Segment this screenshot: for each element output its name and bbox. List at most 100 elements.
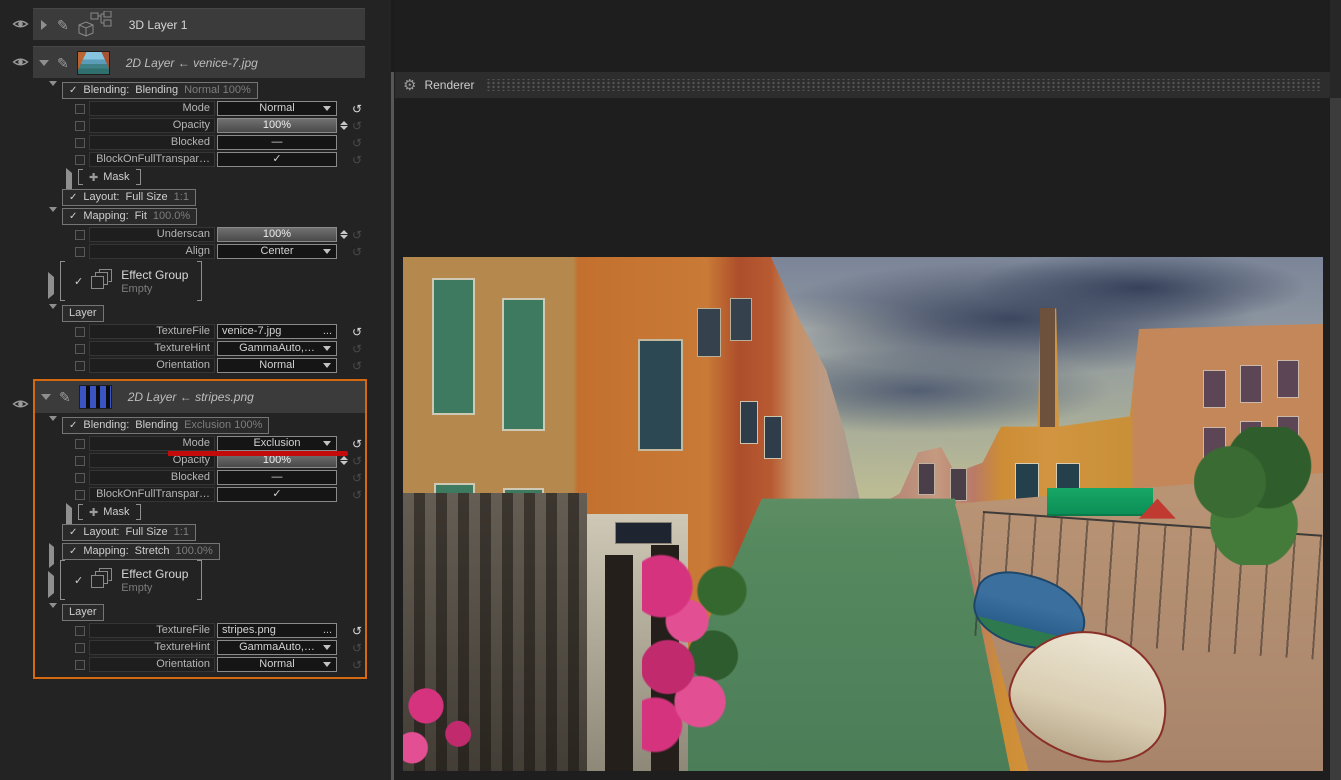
reset-icon[interactable]: ↺ xyxy=(352,103,362,115)
property-checkbox[interactable] xyxy=(75,121,85,131)
section-header-box[interactable]: ✓Layout:Full Size1:1 xyxy=(62,524,196,541)
checkmark-icon: ✓ xyxy=(69,525,77,540)
value-spinner[interactable] xyxy=(340,121,348,130)
property-value-opacity[interactable]: 100% xyxy=(217,118,337,133)
property-checkbox[interactable] xyxy=(75,439,85,449)
expander-icon[interactable] xyxy=(48,277,54,295)
reset-icon[interactable]: ↺ xyxy=(352,229,362,241)
mask-row[interactable]: ✚Mask xyxy=(78,169,391,185)
expander-icon[interactable] xyxy=(49,421,57,439)
section-header-box[interactable]: Layer xyxy=(62,604,104,621)
property-checkbox[interactable] xyxy=(75,327,85,337)
property-checkbox[interactable] xyxy=(75,473,85,483)
expander-icon[interactable] xyxy=(49,608,57,626)
reset-icon[interactable]: ↺ xyxy=(352,659,362,671)
expander-icon[interactable] xyxy=(48,576,54,594)
effect-group-block[interactable]: ✓Effect GroupEmpty xyxy=(60,560,365,600)
property-checkbox[interactable] xyxy=(75,456,85,466)
section-header-box[interactable]: ✓Layout:Full Size1:1 xyxy=(62,189,196,206)
property-checkbox[interactable] xyxy=(75,247,85,257)
section-header-box[interactable]: ✓Blending:BlendingExclusion 100% xyxy=(62,417,269,434)
section-summary: 1:1 xyxy=(174,525,189,540)
property-value-texturehint[interactable]: GammaAuto,… xyxy=(217,640,337,655)
property-checkbox[interactable] xyxy=(75,138,85,148)
spinner-down-icon[interactable] xyxy=(340,461,348,465)
spinner-down-icon[interactable] xyxy=(340,235,348,239)
property-checkbox[interactable] xyxy=(75,361,85,371)
gear-icon: ⚙ xyxy=(403,78,416,93)
section-header-stretch: ✓Mapping:Stretch100.0% xyxy=(62,543,365,558)
edit-pencil-icon[interactable]: ✎ xyxy=(57,18,69,32)
layer-title: 3D Layer 1 xyxy=(129,18,188,32)
property-value-underscan[interactable]: 100% xyxy=(217,227,337,242)
layer-row-stripes[interactable]: ✎ 2D Layer ← stripes.png xyxy=(35,381,365,413)
value-text: GammaAuto,… xyxy=(239,342,315,354)
property-value-texturehint[interactable]: GammaAuto,… xyxy=(217,341,337,356)
spinner-up-icon[interactable] xyxy=(340,230,348,234)
property-value-orientation[interactable]: Normal xyxy=(217,358,337,373)
mask-row[interactable]: ✚Mask xyxy=(78,504,365,520)
visibility-eye-icon[interactable] xyxy=(12,18,29,30)
property-checkbox[interactable] xyxy=(75,643,85,653)
browse-button[interactable]: ... xyxy=(323,624,332,637)
browse-button[interactable]: ... xyxy=(323,325,332,338)
reset-icon[interactable]: ↺ xyxy=(352,326,362,338)
reset-icon[interactable]: ↺ xyxy=(352,137,362,149)
section-header-box[interactable]: ✓Mapping:Stretch100.0% xyxy=(62,543,220,560)
expander-icon[interactable] xyxy=(39,60,49,66)
reset-icon[interactable]: ↺ xyxy=(352,642,362,654)
layer-row-venice[interactable]: ✎ 2D Layer ← venice-7.jpg xyxy=(33,46,365,78)
property-value-align[interactable]: Center xyxy=(217,244,337,259)
property-value-texturefile[interactable]: stripes.png... xyxy=(217,623,337,638)
value-spinner[interactable] xyxy=(340,456,348,465)
renderer-header[interactable]: ⚙ Renderer xyxy=(395,72,1330,98)
expander-icon[interactable] xyxy=(49,212,57,230)
edit-pencil-icon[interactable]: ✎ xyxy=(57,56,69,70)
spinner-up-icon[interactable] xyxy=(340,121,348,125)
visibility-eye-icon[interactable] xyxy=(12,56,29,68)
property-value-blockonfulltranspar[interactable]: ✓ xyxy=(217,152,337,167)
property-checkbox[interactable] xyxy=(75,230,85,240)
reset-icon[interactable]: ↺ xyxy=(352,489,362,501)
edit-pencil-icon[interactable]: ✎ xyxy=(59,390,71,404)
reset-icon[interactable]: ↺ xyxy=(352,472,362,484)
expander-icon[interactable] xyxy=(49,86,57,104)
reset-icon[interactable]: ↺ xyxy=(352,438,362,450)
property-checkbox[interactable] xyxy=(75,490,85,500)
property-checkbox[interactable] xyxy=(75,626,85,636)
effect-group-block[interactable]: ✓Effect GroupEmpty xyxy=(60,261,391,301)
reset-icon[interactable]: ↺ xyxy=(352,343,362,355)
expander-icon[interactable] xyxy=(39,20,49,30)
reset-icon[interactable]: ↺ xyxy=(352,360,362,372)
property-value-mode[interactable]: Exclusion xyxy=(217,436,337,451)
expander-icon[interactable] xyxy=(41,394,51,400)
property-value-blockonfulltranspar[interactable]: ✓ xyxy=(217,487,337,502)
reset-icon[interactable]: ↺ xyxy=(352,154,362,166)
spinner-up-icon[interactable] xyxy=(340,456,348,460)
value-spinner[interactable] xyxy=(340,230,348,239)
reset-icon[interactable]: ↺ xyxy=(352,120,362,132)
scrollbar-track[interactable] xyxy=(1330,0,1341,780)
property-checkbox[interactable] xyxy=(75,344,85,354)
layer-row-3d-layer[interactable]: ✎ 3D Layer 1 xyxy=(33,8,365,40)
property-value-texturefile[interactable]: venice-7.jpg... xyxy=(217,324,337,339)
property-checkbox[interactable] xyxy=(75,660,85,670)
property-value-blocked[interactable]: — xyxy=(217,135,337,150)
visibility-eye-icon[interactable] xyxy=(12,398,29,410)
spinner-down-icon[interactable] xyxy=(340,126,348,130)
effect-group-title: Effect Group xyxy=(121,268,188,282)
expander-icon[interactable] xyxy=(49,547,54,565)
reset-icon[interactable]: ↺ xyxy=(352,625,362,637)
reset-icon[interactable]: ↺ xyxy=(352,455,362,467)
property-value-orientation[interactable]: Normal xyxy=(217,657,337,672)
section-header-box[interactable]: Layer xyxy=(62,305,104,322)
scrollbar-thumb[interactable] xyxy=(1330,98,1341,780)
property-checkbox[interactable] xyxy=(75,104,85,114)
reset-icon[interactable]: ↺ xyxy=(352,246,362,258)
property-value-blocked[interactable]: — xyxy=(217,470,337,485)
section-header-box[interactable]: ✓Mapping:Fit100.0% xyxy=(62,208,197,225)
property-checkbox[interactable] xyxy=(75,155,85,165)
expander-icon[interactable] xyxy=(49,309,57,327)
property-value-mode[interactable]: Normal xyxy=(217,101,337,116)
section-header-box[interactable]: ✓Blending:BlendingNormal 100% xyxy=(62,82,258,99)
